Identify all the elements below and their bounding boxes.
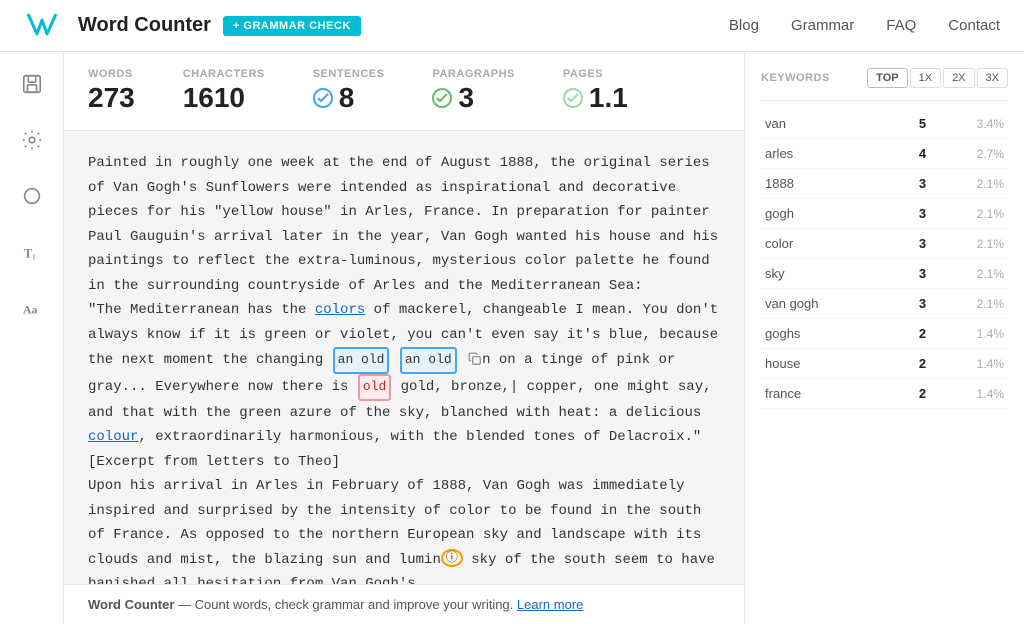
suggestion-an-old-2[interactable]: an old [400,347,457,374]
keyword-word: arles [761,139,897,169]
svg-text:t: t [32,251,35,261]
save-icon[interactable] [16,68,48,100]
keyword-word: van [761,109,897,139]
keyword-row: france 2 1.4% [761,379,1008,409]
keyword-word: 1888 [761,169,897,199]
header: Word Counter + GRAMMAR CHECK Blog Gramma… [0,0,1024,52]
keyword-table: van 5 3.4% arles 4 2.7% 1888 3 2.1% gogh… [761,109,1008,409]
svg-text:Aa: Aa [22,303,37,317]
suggestion-old[interactable]: old [358,374,391,401]
pages-icon [563,88,583,108]
colors-link[interactable]: colors [315,302,365,318]
keyword-count: 3 [897,169,931,199]
font-style-icon[interactable]: Aa [16,292,48,324]
divider [761,100,1008,101]
keyword-count: 3 [897,289,931,319]
keyword-pct: 3.4% [930,109,1008,139]
main-nav: Blog Grammar FAQ Contact [729,17,1000,34]
keyword-count: 2 [897,379,931,409]
keyword-row: sky 3 2.1% [761,259,1008,289]
keyword-row: 1888 3 2.1% [761,169,1008,199]
keywords-label: KEYWORDS [761,72,830,84]
keyword-pct: 1.4% [930,319,1008,349]
font-size-icon[interactable]: Tt [16,236,48,268]
keyword-pct: 2.1% [930,199,1008,229]
keyword-word: van gogh [761,289,897,319]
nav-blog[interactable]: Blog [729,17,759,34]
info-badge[interactable]: ⓘ [441,549,463,567]
keyword-pct: 2.1% [930,169,1008,199]
tab-1x[interactable]: 1X [910,68,941,88]
paragraph-3: Upon his arrival in Arles in February of… [88,474,720,584]
left-sidebar: Tt Aa [0,52,64,624]
stat-paragraphs: PARAGRAPHS 3 [432,68,514,114]
colour-link[interactable]: colour [88,429,138,445]
keywords-header: KEYWORDS TOP 1X 2X 3X [761,68,1008,88]
keyword-word: color [761,229,897,259]
tab-3x[interactable]: 3X [977,68,1008,88]
paragraph-2: "The Mediterranean has the colors of mac… [88,298,720,474]
logo [24,6,70,45]
footer: Word Counter — Count words, check gramma… [64,584,744,624]
keyword-row: van 5 3.4% [761,109,1008,139]
sentences-icon [313,88,333,108]
keyword-word: goghs [761,319,897,349]
nav-grammar[interactable]: Grammar [791,17,854,34]
keyword-count: 2 [897,349,931,379]
nav-faq[interactable]: FAQ [886,17,916,34]
keyword-row: arles 4 2.7% [761,139,1008,169]
paragraph-1: Painted in roughly one week at the end o… [88,151,720,298]
stat-pages: PAGES 1.1 [563,68,628,114]
keyword-count: 4 [897,139,931,169]
keyword-row: van gogh 3 2.1% [761,289,1008,319]
tab-2x[interactable]: 2X [943,68,974,88]
keyword-word: sky [761,259,897,289]
tab-top[interactable]: TOP [867,68,907,88]
keyword-tabs: TOP 1X 2X 3X [867,68,1008,88]
keyword-count: 3 [897,229,931,259]
keyword-row: color 3 2.1% [761,229,1008,259]
paragraphs-icon [432,88,452,108]
learn-more-link[interactable]: Learn more [517,597,583,612]
keyword-word: france [761,379,897,409]
keyword-pct: 2.1% [930,229,1008,259]
center-panel: WORDS 273 CHARACTERS 1610 SENTENCES 8 PA… [64,52,744,624]
copy-icon[interactable] [468,352,482,366]
nav-contact[interactable]: Contact [948,17,1000,34]
grammar-check-button[interactable]: + GRAMMAR CHECK [223,16,361,36]
keyword-row: gogh 3 2.1% [761,199,1008,229]
keyword-word: house [761,349,897,379]
right-sidebar: KEYWORDS TOP 1X 2X 3X van 5 3.4% arles 4… [744,52,1024,624]
keyword-pct: 2.1% [930,289,1008,319]
main-layout: Tt Aa WORDS 273 CHARACTERS 1610 SENTENCE… [0,52,1024,624]
keyword-count: 5 [897,109,931,139]
editor-content[interactable]: Painted in roughly one week at the end o… [64,131,744,584]
keyword-count: 3 [897,199,931,229]
keyword-word: gogh [761,199,897,229]
keyword-row: goghs 2 1.4% [761,319,1008,349]
stat-characters: CHARACTERS 1610 [183,68,265,114]
stat-sentences: SENTENCES 8 [313,68,385,114]
svg-text:T: T [23,247,32,261]
circle-icon[interactable] [16,180,48,212]
suggestion-an-old-1[interactable]: an old [333,347,390,374]
settings-icon[interactable] [16,124,48,156]
keyword-row: house 2 1.4% [761,349,1008,379]
site-title: Word Counter [78,14,211,37]
keyword-pct: 1.4% [930,379,1008,409]
keyword-count: 2 [897,319,931,349]
keyword-pct: 2.7% [930,139,1008,169]
keyword-count: 3 [897,259,931,289]
stat-words: WORDS 273 [88,68,135,114]
keyword-pct: 1.4% [930,349,1008,379]
stats-bar: WORDS 273 CHARACTERS 1610 SENTENCES 8 PA… [64,52,744,131]
keyword-pct: 2.1% [930,259,1008,289]
